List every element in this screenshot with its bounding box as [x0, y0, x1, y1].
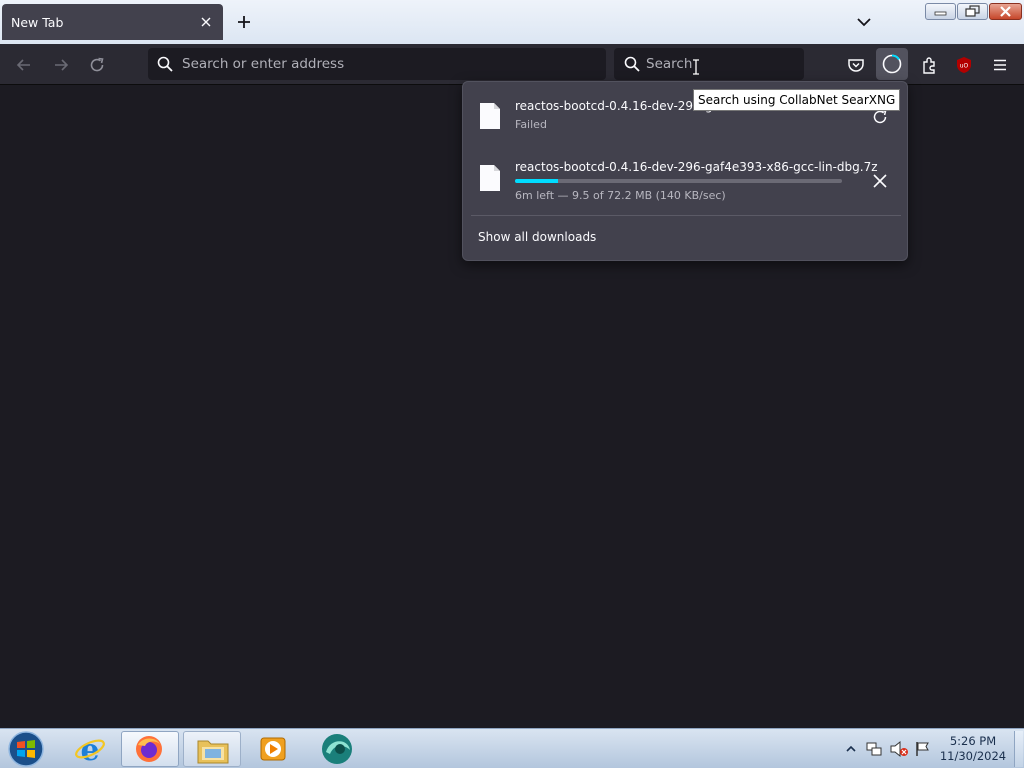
search-placeholder: Search	[646, 56, 693, 72]
address-bar[interactable]: Search or enter address	[148, 48, 606, 80]
minimize-button[interactable]	[925, 3, 956, 20]
show-hidden-icons-icon[interactable]	[845, 743, 857, 755]
taskbar-firefox[interactable]	[121, 731, 179, 767]
firefox-icon	[136, 736, 162, 762]
pocket-icon[interactable]	[845, 54, 867, 76]
close-window-button[interactable]	[989, 3, 1022, 20]
clock-time: 5:26 PM	[949, 734, 997, 748]
back-icon[interactable]	[13, 54, 35, 76]
restore-button[interactable]	[957, 3, 988, 20]
close-tab-icon[interactable]	[200, 16, 212, 28]
menu-icon[interactable]	[989, 54, 1011, 76]
downloads-progress-icon	[882, 54, 902, 74]
divider	[471, 215, 901, 216]
new-tab-icon[interactable]	[234, 12, 254, 32]
download-item[interactable]: reactos-bootcd-0.4.16-dev-296-gaf4e393-x…	[463, 152, 909, 214]
cancel-icon[interactable]	[871, 172, 889, 190]
taskbar: e 5:26 PM 11/30/2024	[0, 728, 1024, 768]
search-tooltip: Search using CollabNet SearXNG	[693, 89, 901, 111]
clock-date: 11/30/2024	[939, 749, 1007, 763]
list-all-tabs-icon[interactable]	[854, 13, 874, 31]
download-progress-fill	[515, 179, 558, 183]
svg-text:uO: uO	[960, 63, 969, 70]
download-status: 6m left — 9.5 of 72.2 MB (140 KB/sec)	[515, 189, 726, 202]
search-icon	[157, 56, 173, 72]
downloads-button[interactable]	[876, 48, 908, 80]
show-desktop-button[interactable]	[1014, 731, 1023, 767]
search-icon	[624, 56, 640, 72]
file-explorer-icon	[197, 740, 229, 764]
media-player-icon[interactable]	[258, 734, 288, 764]
tray-clock[interactable]: 5:26 PM 11/30/2024	[938, 734, 1008, 764]
start-orb-icon[interactable]	[7, 730, 45, 768]
taskbar-file-explorer[interactable]	[183, 731, 241, 767]
download-filename: reactos-bootcd-0.4.16-dev-296-ga	[515, 99, 720, 113]
address-placeholder: Search or enter address	[182, 56, 345, 72]
reload-icon[interactable]	[86, 54, 108, 76]
svg-text:e: e	[80, 733, 99, 766]
volume-muted-icon[interactable]	[889, 740, 909, 758]
app-icon[interactable]	[320, 732, 354, 766]
text-cursor-icon	[693, 59, 699, 75]
tab-new-tab[interactable]: New Tab	[2, 4, 223, 40]
download-status: Failed	[515, 118, 547, 131]
navigation-toolbar: Search or enter address Search uO	[0, 44, 1024, 85]
action-center-flag-icon[interactable]	[914, 740, 932, 758]
network-icon[interactable]	[865, 740, 883, 758]
show-all-downloads-link[interactable]: Show all downloads	[478, 230, 596, 244]
file-icon	[480, 103, 500, 129]
file-icon	[480, 165, 500, 191]
ublock-origin-icon[interactable]: uO	[953, 54, 975, 76]
search-bar[interactable]: Search	[614, 48, 804, 80]
internet-explorer-icon[interactable]: e	[73, 732, 107, 766]
forward-icon[interactable]	[50, 54, 72, 76]
extensions-icon[interactable]	[918, 54, 940, 76]
download-progress-bar	[515, 179, 842, 183]
download-filename: reactos-bootcd-0.4.16-dev-296-gaf4e393-x…	[515, 160, 878, 174]
tab-title: New Tab	[11, 15, 64, 30]
title-bar: New Tab	[0, 0, 1024, 44]
